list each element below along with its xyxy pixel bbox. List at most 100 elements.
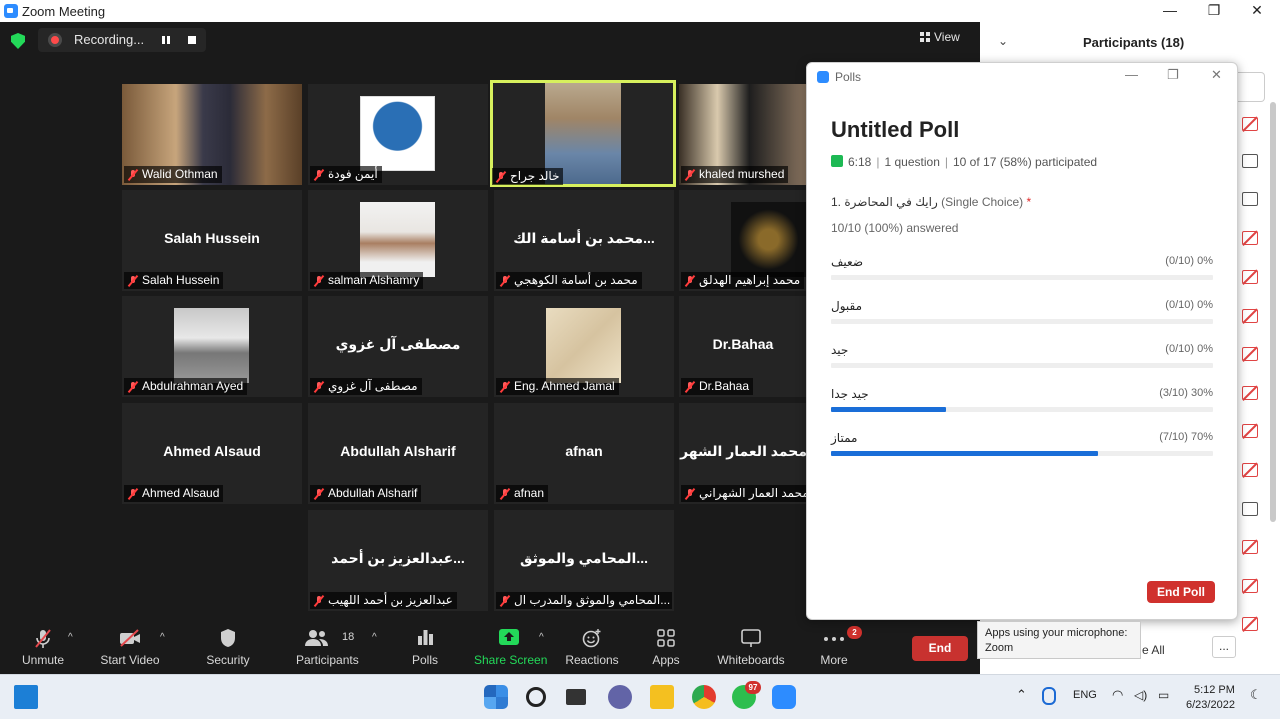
whiteboards-button[interactable]: Whiteboards	[714, 620, 788, 674]
participant-name: محمد العمار الشهراني	[699, 486, 807, 500]
participant-name: Ahmed Alsaud	[142, 486, 220, 500]
participants-options-caret[interactable]: ^	[372, 632, 377, 643]
end-meeting-button[interactable]: End	[912, 636, 968, 661]
notifications-icon[interactable]: ☾	[1250, 687, 1262, 703]
chrome-icon[interactable]	[692, 685, 716, 709]
microphone-tray-icon[interactable]	[1042, 687, 1056, 705]
maximize-button[interactable]: ❐	[1194, 1, 1234, 21]
stop-recording-button[interactable]	[188, 36, 196, 44]
poll-result-bar	[831, 451, 1213, 456]
participant-tile[interactable]: عبدالعزيز بن أحمد... عبدالعزيز بن أحمد ال…	[308, 510, 488, 611]
windows-start-icon[interactable]	[484, 685, 508, 709]
participant-tile[interactable]: khaled murshed	[679, 84, 807, 185]
participant-tile[interactable]: Abdullah Alsharif Abdullah Alsharif	[308, 403, 488, 504]
search-icon[interactable]	[526, 687, 546, 707]
audio-options-caret[interactable]: ^	[68, 632, 73, 643]
share-screen-button[interactable]: Share Screen	[474, 620, 547, 674]
participant-name-tag: محمد إبراهيم الهدلق	[681, 272, 805, 289]
participant-display-name: Ahmed Alsaud	[163, 443, 261, 459]
end-poll-button[interactable]: End Poll	[1147, 581, 1215, 603]
security-button[interactable]: Security	[200, 620, 256, 674]
participant-tile[interactable]: Eng. Ahmed Jamal	[494, 296, 674, 397]
view-button[interactable]: View	[920, 30, 960, 44]
answered-count: 10/10 (100%) answered	[831, 221, 959, 235]
polls-maximize-button[interactable]: ❐	[1167, 67, 1179, 83]
muted-mic-icon	[500, 276, 510, 286]
battery-icon[interactable]: ▭	[1158, 688, 1169, 702]
close-button[interactable]: ✕	[1237, 1, 1277, 21]
polls-close-button[interactable]: ✕	[1211, 67, 1222, 83]
video-off-icon	[1242, 579, 1258, 593]
reactions-button[interactable]: Reactions	[562, 620, 622, 674]
participant-tile[interactable]: Walid Othman	[122, 84, 302, 185]
participant-name: Eng. Ahmed Jamal	[514, 379, 615, 393]
participant-tile[interactable]: Ahmed Alsaud Ahmed Alsaud	[122, 403, 302, 504]
participant-name-tag: محمد العمار الشهراني	[681, 485, 807, 502]
participant-tile[interactable]: أيمن فودة	[308, 84, 488, 185]
muted-mic-icon	[314, 596, 324, 606]
see-all-button[interactable]: e All	[1142, 643, 1165, 657]
minimize-button[interactable]: —	[1150, 1, 1190, 21]
participant-name-tag: المحامي والموثق والمدرب ال...	[496, 592, 672, 609]
participants-button[interactable]: 18 Participants	[296, 620, 359, 674]
participant-name-tag: salman Alshamry	[310, 272, 424, 289]
participant-name: Walid Othman	[142, 167, 218, 181]
participant-tile[interactable]: salman Alshamry	[308, 190, 488, 291]
security-label: Security	[206, 653, 250, 667]
participant-tile[interactable]: afnan afnan	[494, 403, 674, 504]
participant-tile[interactable]: Salah Hussein Salah Hussein	[122, 190, 302, 291]
file-explorer-icon[interactable]	[650, 685, 674, 709]
video-off-icon	[120, 629, 140, 647]
start-video-button[interactable]: Start Video	[96, 620, 164, 674]
polls-button[interactable]: Polls	[400, 620, 450, 674]
participant-display-name: عبدالعزيز بن أحمد...	[331, 550, 465, 566]
muted-mic-icon	[496, 172, 506, 182]
video-off-icon	[1242, 270, 1258, 284]
unmute-button[interactable]: Unmute	[14, 620, 72, 674]
widgets-icon[interactable]	[14, 685, 38, 709]
clock-time: 5:12 PM	[1193, 684, 1235, 696]
participant-tile[interactable]: محمد بن أسامة الك... محمد بن أسامة الكوهج…	[494, 190, 674, 291]
panel-more-button[interactable]: ...	[1212, 636, 1236, 658]
participant-tile[interactable]: Abdulrahman Ayed	[122, 296, 302, 397]
whiteboards-label: Whiteboards	[717, 653, 785, 667]
more-label: More	[820, 653, 848, 667]
participant-tile[interactable]: خالد جراح	[490, 80, 676, 187]
video-off-icon	[1242, 231, 1258, 245]
reactions-icon	[582, 629, 601, 648]
tray-overflow-chevron-icon[interactable]: ⌃	[1016, 687, 1027, 703]
muted-mic-icon	[314, 489, 324, 499]
pause-recording-button[interactable]	[162, 36, 170, 44]
volume-icon[interactable]: ◁)	[1134, 688, 1147, 702]
poll-question: 1. رايك في المحاضرة (Single Choice) *	[831, 195, 1031, 209]
panel-scrollbar[interactable]	[1270, 102, 1276, 522]
video-off-icon	[1242, 617, 1258, 631]
video-options-caret[interactable]: ^	[160, 632, 165, 643]
more-badge: 2	[847, 626, 862, 639]
poll-participation: 10 of 17 (58%) participated	[953, 155, 1098, 169]
wifi-icon[interactable]: ◠	[1112, 687, 1123, 703]
video-on-icon	[1242, 502, 1258, 516]
participant-tile[interactable]: محمد إبراهيم الهدلق	[679, 190, 807, 291]
apps-button[interactable]: Apps	[646, 620, 686, 674]
security-shield-icon[interactable]	[11, 33, 25, 49]
task-view-icon[interactable]	[566, 689, 586, 705]
panel-collapse-chevron-icon[interactable]: ⌄	[998, 34, 1008, 48]
teams-chat-icon[interactable]	[608, 685, 632, 709]
language-indicator[interactable]: ENG	[1073, 689, 1097, 701]
polls-minimize-button[interactable]: —	[1125, 67, 1138, 82]
zoom-taskbar-icon[interactable]	[772, 685, 796, 709]
participant-name: المحامي والموثق والمدرب ال...	[514, 593, 671, 607]
participant-name-tag: Salah Hussein	[124, 272, 224, 289]
share-options-caret[interactable]: ^	[539, 632, 544, 643]
more-button[interactable]: 2 More	[814, 620, 862, 674]
participant-tile[interactable]: مصطفى آل غزوي مصطفى آل غزوي	[308, 296, 488, 397]
participant-search-input[interactable]	[1235, 72, 1265, 102]
participant-tile[interactable]: محمد العمار الشهر محمد العمار الشهراني	[679, 403, 807, 504]
video-off-icon	[1242, 347, 1258, 361]
muted-mic-icon	[500, 596, 510, 606]
participant-tile[interactable]: المحامي والموثق... المحامي والموثق والمدر…	[494, 510, 674, 611]
start-video-label: Start Video	[100, 653, 160, 667]
participant-tile[interactable]: Dr.Bahaa Dr.Bahaa	[679, 296, 807, 397]
clock[interactable]: 5:12 PM 6/23/2022	[1186, 683, 1235, 713]
